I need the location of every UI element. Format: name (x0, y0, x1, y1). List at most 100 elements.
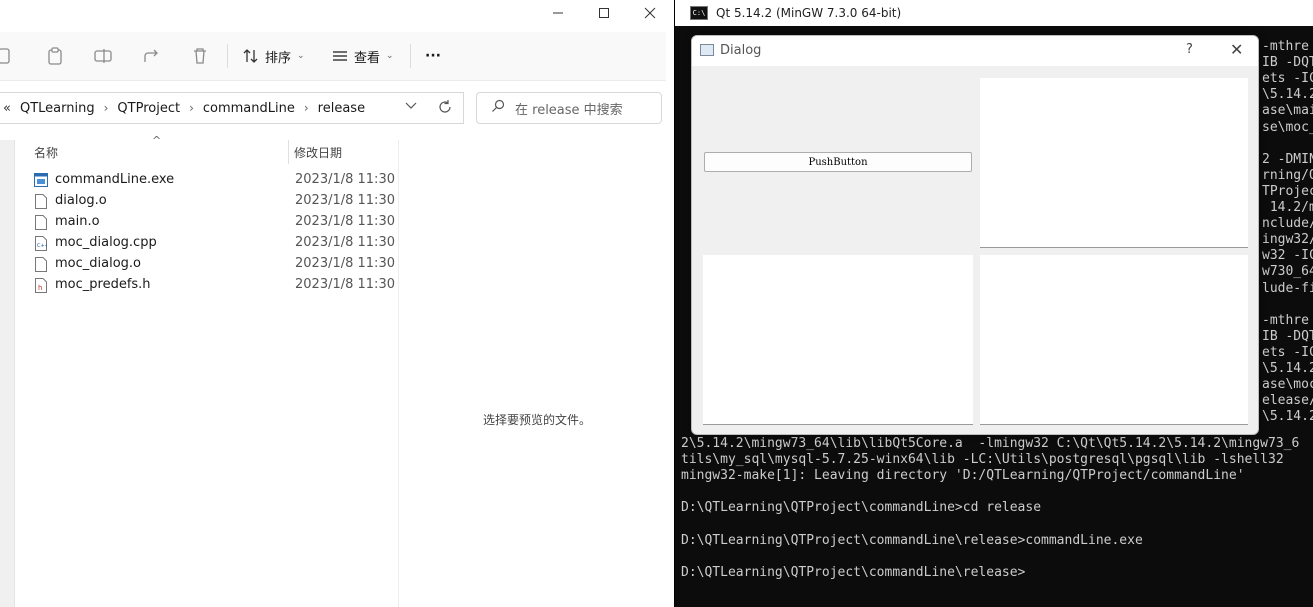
chevron-right-icon: › (103, 101, 109, 115)
minimize-button[interactable] (535, 0, 581, 26)
console-fragment: ets -IC (1262, 71, 1313, 87)
file-row[interactable]: dialog.o 2023/1/8 11:30 (16, 191, 398, 212)
preview-pane-divider (398, 140, 399, 607)
column-modified-header[interactable]: 修改日期 (294, 144, 342, 161)
explorer-window-edge (666, 0, 674, 607)
dialog-app-icon (700, 44, 714, 56)
console-fragment: \5.14.2 (1262, 409, 1313, 425)
view-label: 查看 (354, 50, 381, 66)
maximize-button[interactable] (581, 0, 627, 26)
chevron-down-icon: ⌄ (297, 51, 305, 61)
console-fragment: w730_64 (1262, 264, 1313, 280)
console-fragment: \5.14.2 (1262, 361, 1313, 376)
file-date: 2023/1/8 11:30 (295, 235, 395, 250)
top-right-widget[interactable] (980, 78, 1248, 248)
console-fragment: IB -DQT (1262, 55, 1313, 71)
bottom-right-widget[interactable] (980, 255, 1248, 425)
bottom-left-widget[interactable] (703, 255, 973, 425)
console-line: D:\QTLearning\QTProject\commandLine\rele… (681, 532, 1143, 548)
delete-icon[interactable] (190, 46, 210, 66)
dialog-close-button[interactable]: ✕ (1230, 40, 1243, 59)
rename-icon[interactable] (93, 46, 113, 66)
console-fragment: -mthre (1262, 39, 1309, 54)
console-title: Qt 5.14.2 (MinGW 7.3.0 64-bit) (716, 6, 902, 20)
console-fragment: 2 -DMIN (1262, 151, 1313, 167)
dialog-title: Dialog (720, 43, 762, 58)
file-name: commandLine.exe (55, 172, 175, 187)
chevron-right-icon: › (189, 101, 194, 115)
help-button[interactable]: ? (1186, 42, 1193, 57)
column-divider[interactable] (288, 140, 289, 164)
file-name: dialog.o (55, 193, 107, 208)
svg-text:C++: C++ (37, 243, 47, 249)
breadcrumb-qtproject[interactable]: QTProject (117, 101, 180, 116)
breadcrumb-qtlearning[interactable]: QTLearning (20, 101, 95, 116)
column-header: 名称 ^ 修改日期 (16, 134, 396, 164)
explorer-caption-bar (0, 0, 674, 26)
console-fragment: lude-fi (1262, 280, 1313, 296)
console-fragment: IB -DQT (1262, 328, 1313, 344)
sort-up-icon: ^ (152, 134, 162, 147)
preview-pane-message: 选择要预览的文件。 (483, 413, 592, 427)
console-fragment: ase\moc (1262, 377, 1313, 393)
file-row[interactable]: commandLine.exe 2023/1/8 11:30 (16, 170, 398, 191)
console-fragment: -mthre (1262, 312, 1309, 328)
file-name: moc_dialog.cpp (55, 235, 157, 250)
file-date: 2023/1/8 11:30 (295, 214, 395, 229)
console-fragment: ingw32/ (1262, 232, 1313, 248)
file-name: moc_predefs.h (55, 277, 151, 292)
dialog-title-bar[interactable]: Dialog ? ✕ (692, 36, 1258, 66)
file-name: moc_dialog.o (55, 256, 141, 271)
maximize-icon (599, 8, 609, 18)
column-name-header[interactable]: 名称 (34, 144, 58, 161)
file-date: 2023/1/8 11:30 (295, 172, 395, 187)
breadcrumb-commandline[interactable]: commandLine (203, 101, 295, 116)
paste-icon[interactable] (45, 46, 65, 66)
view-icon (333, 51, 347, 61)
console-line: tils\my_sql\mysql-5.7.25-winx64\lib -LC:… (681, 452, 1284, 468)
minimize-icon (553, 12, 563, 14)
sort-button[interactable]: 排序 ⌄ (243, 44, 305, 68)
address-dropdown-icon[interactable] (405, 101, 417, 114)
console-title-bar: C:\ Qt 5.14.2 (MinGW 7.3.0 64-bit) (675, 0, 1313, 26)
file-date: 2023/1/8 11:30 (295, 277, 395, 292)
console-fragment: ase\mai (1262, 103, 1313, 119)
file-explorer-window: 排序 ⌄ 查看 ⌄ ··· « QTLearning › QTProject ›… (0, 0, 674, 607)
file-row[interactable]: h moc_predefs.h 2023/1/8 11:30 (16, 275, 398, 296)
console-fragment: nclude/ (1262, 216, 1313, 232)
breadcrumb-release[interactable]: release (318, 101, 365, 116)
more-options-button[interactable]: ··· (425, 44, 441, 68)
view-button[interactable]: 查看 ⌄ (332, 44, 394, 68)
push-button[interactable]: PushButton (704, 152, 972, 172)
command-bar: 排序 ⌄ 查看 ⌄ ··· (0, 32, 674, 81)
console-fragment: 14.2/m (1262, 200, 1313, 215)
qt-dialog-window: Dialog ? ✕ PushButton (691, 35, 1259, 435)
toolbar-separator (227, 44, 228, 68)
file-row[interactable]: moc_dialog.o 2023/1/8 11:30 (16, 254, 398, 275)
console-fragment: se\moc_ (1262, 119, 1313, 135)
sort-label: 排序 (265, 50, 292, 66)
console-fragment: rning/Q (1262, 167, 1313, 183)
console-app-icon: C:\ (690, 6, 708, 20)
file-date: 2023/1/8 11:30 (295, 193, 395, 208)
copy-icon[interactable] (0, 46, 14, 66)
more-icon: ··· (425, 48, 441, 64)
sort-icon (243, 49, 258, 63)
address-bar[interactable]: « QTLearning › QTProject › commandLine ›… (0, 92, 464, 124)
navigation-pane[interactable] (0, 140, 15, 607)
file-row[interactable]: C++ moc_dialog.cpp 2023/1/8 11:30 (16, 233, 398, 254)
file-date: 2023/1/8 11:30 (295, 256, 395, 271)
address-row: « QTLearning › QTProject › commandLine ›… (0, 82, 674, 134)
address-overflow[interactable]: « (3, 101, 11, 116)
search-field[interactable]: 在 release 中搜索 (476, 92, 662, 124)
chevron-right-icon: › (303, 101, 309, 115)
file-list: commandLine.exe 2023/1/8 11:30 dialog.o 202… (16, 170, 398, 296)
search-placeholder: 在 release 中搜索 (515, 102, 623, 118)
chevron-down-icon: ⌄ (386, 51, 394, 61)
share-icon[interactable] (142, 46, 162, 66)
console-fragment: w32 -IC (1262, 248, 1313, 264)
refresh-icon[interactable] (437, 99, 453, 119)
console-line: D:\QTLearning\QTProject\commandLine\rele… (681, 564, 1026, 580)
svg-text:h: h (38, 284, 42, 292)
file-row[interactable]: main.o 2023/1/8 11:30 (16, 212, 398, 233)
